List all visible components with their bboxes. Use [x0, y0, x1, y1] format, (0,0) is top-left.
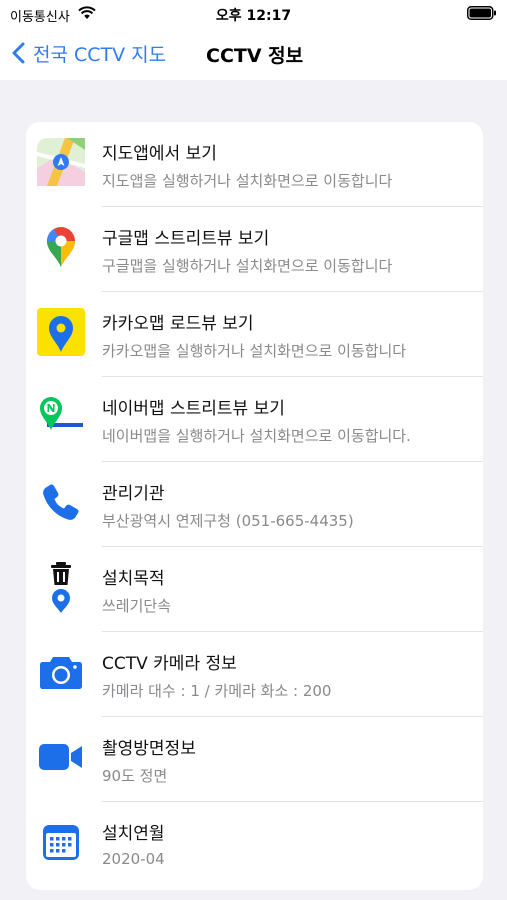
row-title: 관리기관: [102, 484, 165, 504]
status-bar: 이동통신사 오후 12:17: [0, 0, 507, 28]
list-item-install-purpose: 설치목적 쓰레기단속: [26, 547, 483, 632]
row-subtitle: 네이버맵을 실행하거나 설치화면으로 이동합니다.: [102, 427, 411, 445]
google-maps-icon: [36, 221, 86, 273]
list-item-install-date: 설치연월 2020-04: [26, 802, 483, 887]
battery-icon: [467, 5, 497, 24]
chevron-left-icon: [12, 42, 25, 64]
phone-icon: [36, 476, 86, 528]
row-title: 설치연월: [102, 824, 165, 844]
list-item-apple-maps[interactable]: 지도앱에서 보기 지도앱을 실행하거나 설치화면으로 이동합니다: [26, 122, 483, 207]
back-button[interactable]: 전국 CCTV 지도: [12, 37, 166, 69]
list-item-shooting-direction: 촬영방면정보 90도 정면: [26, 717, 483, 802]
row-subtitle: 쓰레기단속: [102, 597, 172, 615]
row-subtitle: 90도 정면: [102, 767, 168, 785]
row-subtitle: 2020-04: [102, 850, 165, 868]
navigation-bar: 전국 CCTV 지도 CCTV 정보: [0, 28, 507, 80]
row-title: 지도앱에서 보기: [102, 144, 217, 164]
list-item-google-maps[interactable]: 구글맵 스트리트뷰 보기 구글맵을 실행하거나 설치화면으로 이동합니다: [26, 207, 483, 292]
calendar-icon: [36, 816, 86, 868]
row-title: 설치목적: [102, 569, 165, 589]
list-item-naver-map[interactable]: 네이버맵 스트리트뷰 보기 네이버맵을 실행하거나 설치화면으로 이동합니다.: [26, 377, 483, 462]
row-subtitle: 부산광역시 연제구청 (051-665-4435): [102, 512, 354, 530]
row-subtitle: 카카오맵을 실행하거나 설치화면으로 이동합니다: [102, 342, 407, 360]
status-time: 오후 12:17: [215, 8, 292, 24]
trash-location-icon: [36, 561, 86, 613]
row-title: 네이버맵 스트리트뷰 보기: [102, 399, 285, 419]
page-title: CCTV 정보: [206, 45, 304, 67]
kakao-map-icon: [36, 306, 86, 358]
back-button-label: 전국 CCTV 지도: [33, 43, 167, 66]
row-title: CCTV 카메라 정보: [102, 654, 237, 674]
list-item-management-agency[interactable]: 관리기관 부산광역시 연제구청 (051-665-4435): [26, 462, 483, 547]
apple-maps-icon: [36, 136, 86, 188]
naver-map-icon: [36, 391, 86, 443]
row-title: 카카오맵 로드뷰 보기: [102, 314, 254, 334]
row-subtitle: 카메라 대수 : 1 / 카메라 화소 : 200: [102, 682, 332, 700]
camera-icon: [36, 646, 86, 698]
list-item-camera-info: CCTV 카메라 정보 카메라 대수 : 1 / 카메라 화소 : 200: [26, 632, 483, 717]
list-item-kakao-map[interactable]: 카카오맵 로드뷰 보기 카카오맵을 실행하거나 설치화면으로 이동합니다: [26, 292, 483, 377]
row-subtitle: 지도앱을 실행하거나 설치화면으로 이동합니다: [102, 172, 393, 190]
info-card: 지도앱에서 보기 지도앱을 실행하거나 설치화면으로 이동합니다 구글맵 스트리…: [26, 122, 483, 890]
video-camera-icon: [36, 731, 86, 783]
row-subtitle: 구글맵을 실행하거나 설치화면으로 이동합니다: [102, 257, 393, 275]
row-title: 구글맵 스트리트뷰 보기: [102, 229, 270, 249]
row-title: 촬영방면정보: [102, 739, 196, 759]
